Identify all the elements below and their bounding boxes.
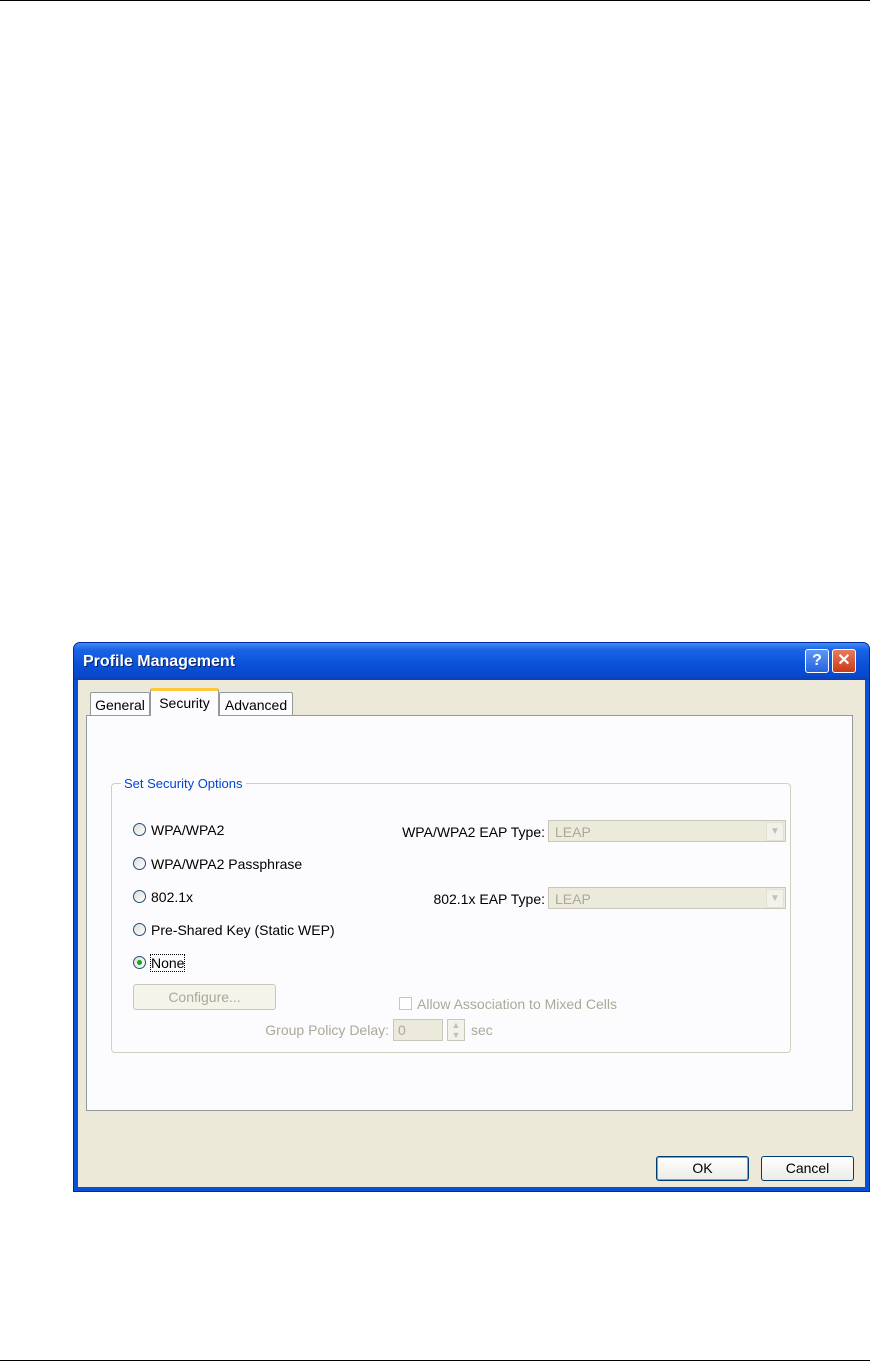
radio-button[interactable] [133,857,146,870]
close-icon: ✕ [837,652,851,669]
help-button[interactable]: ? [805,649,829,673]
dot1x-eap-type-label: 802.1x EAP Type: [433,891,545,907]
dialog-title: Profile Management [83,653,236,670]
wpa-eap-type-select[interactable]: LEAP ▼ [548,820,786,842]
security-options-group-title: Set Security Options [121,776,246,791]
profile-management-dialog: Profile Management ? ✕ General Security … [73,642,870,1192]
tab-general[interactable]: General [90,692,150,715]
spin-down-icon[interactable]: ▼ [452,1030,461,1040]
radio-button-selected[interactable] [133,956,146,969]
chevron-down-icon[interactable]: ▼ [766,889,784,908]
close-button[interactable]: ✕ [832,649,856,673]
allow-mixed-cells-label: Allow Association to Mixed Cells [417,996,617,1012]
wpa-eap-type-label: WPA/WPA2 EAP Type: [402,824,545,840]
tab-security[interactable]: Security [150,688,219,716]
radio-label: Pre-Shared Key (Static WEP) [151,922,335,938]
allow-mixed-cells-checkbox[interactable] [399,997,412,1010]
group-policy-delay-spinner[interactable]: ▲ ▼ [447,1019,465,1041]
title-bar[interactable]: Profile Management ? ✕ [74,643,869,680]
dot1x-eap-type-value: LEAP [555,891,591,907]
radio-label: WPA/WPA2 Passphrase [151,856,303,872]
radio-label: 802.1x [151,889,194,905]
ok-button[interactable]: OK [656,1156,749,1181]
group-policy-delay-unit: sec [471,1022,493,1038]
radio-label: None [149,954,186,972]
page-bottom-rule [0,1360,870,1361]
chevron-down-icon[interactable]: ▼ [766,822,784,841]
radio-selected-dot [137,960,142,965]
radio-button[interactable] [133,823,146,836]
group-policy-delay-value: 0 [398,1022,406,1038]
group-policy-delay-label: Group Policy Delay: [265,1022,389,1038]
configure-button[interactable]: Configure... [133,984,276,1010]
radio-button[interactable] [133,923,146,936]
dot1x-eap-type-select[interactable]: LEAP ▼ [548,887,786,909]
tab-advanced[interactable]: Advanced [219,692,293,715]
dialog-client-area: General Security Advanced Set Security O… [78,680,865,1187]
wpa-eap-type-value: LEAP [555,824,591,840]
spin-up-icon[interactable]: ▲ [452,1020,461,1030]
security-tab-panel: Set Security Options WPA/WPA2 WPA/WPA2 P… [86,715,853,1111]
help-icon: ? [812,652,822,669]
radio-label: WPA/WPA2 [151,822,225,838]
group-policy-delay-input[interactable]: 0 [393,1019,443,1041]
cancel-button[interactable]: Cancel [761,1156,854,1181]
radio-button[interactable] [133,890,146,903]
page-top-rule [0,0,870,1]
